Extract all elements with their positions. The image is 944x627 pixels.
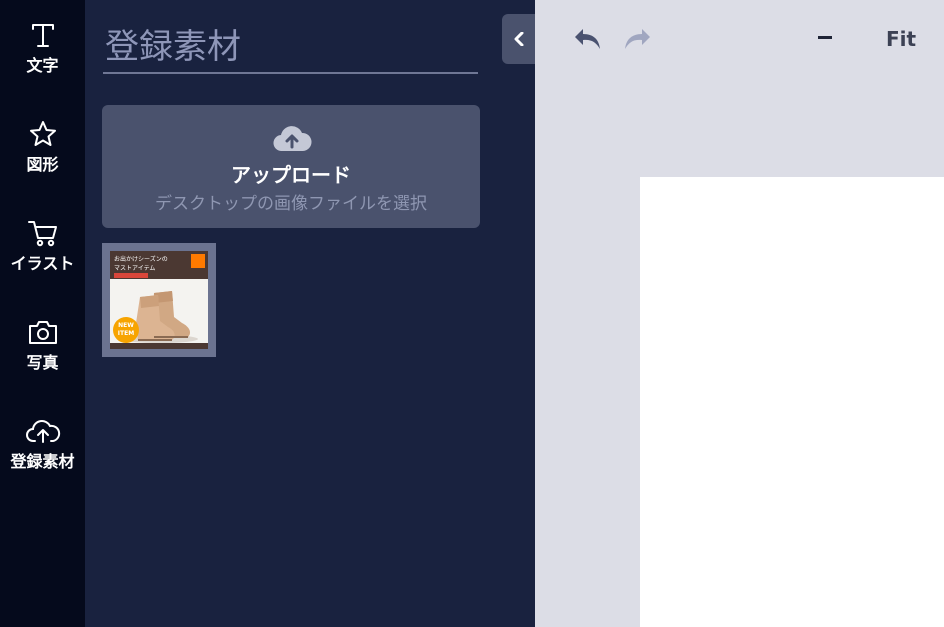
badge-line2: ITEM <box>117 330 135 337</box>
upload-subtitle: デスクトップの画像ファイルを選択 <box>155 194 427 214</box>
rail-item-shapes[interactable]: 図形 <box>0 119 85 189</box>
thumbnail-footer-band <box>110 343 208 349</box>
redo-button[interactable] <box>622 27 652 57</box>
undo-button[interactable] <box>573 27 603 57</box>
thumbnail-text-line1: お出かけシーズンの <box>114 256 168 263</box>
design-page-canvas[interactable] <box>640 177 944 627</box>
star-icon <box>29 121 56 146</box>
rail-item-uploads[interactable]: 登録素材 <box>0 416 85 486</box>
zoom-out-button[interactable] <box>818 36 832 39</box>
rail-item-illustration[interactable]: イラスト <box>0 218 85 288</box>
rail-item-label: 図形 <box>26 155 59 174</box>
upload-title: アップロード <box>231 163 351 187</box>
rail-item-label: 文字 <box>26 56 59 75</box>
text-icon <box>31 24 54 47</box>
camera-icon <box>28 321 57 344</box>
panel-title: 登録素材 <box>103 24 478 74</box>
rail-item-label: 登録素材 <box>10 452 75 471</box>
rail-item-text[interactable]: 文字 <box>0 20 85 90</box>
rail-item-label: イラスト <box>10 254 75 273</box>
thumbnail-text-line2: マストアイテム <box>114 265 156 272</box>
collapse-panel-button[interactable] <box>502 14 536 64</box>
badge-line1: NEW <box>118 322 134 329</box>
cloud-upload-icon <box>273 126 312 152</box>
chevron-left-icon <box>514 32 524 46</box>
undo-icon <box>575 29 600 49</box>
thumbnail-image: お出かけシーズンの マストアイテム NEW ITEM <box>110 251 208 349</box>
new-item-badge: NEW ITEM <box>113 317 139 343</box>
cloud-upload-icon <box>25 420 60 443</box>
zoom-fit-button[interactable]: Fit <box>886 27 916 51</box>
thumbnail-orange-square <box>191 254 205 268</box>
tool-rail: 文字 図形 イラスト 写真 登録素材 <box>0 0 85 627</box>
redo-icon <box>625 29 650 49</box>
rail-item-label: 写真 <box>26 353 59 372</box>
cart-icon <box>27 221 57 247</box>
rail-item-photo[interactable]: 写真 <box>0 317 85 387</box>
upload-button[interactable]: アップロード デスクトップの画像ファイルを選択 <box>102 105 480 228</box>
thumbnail-red-tag <box>114 273 148 278</box>
uploaded-image-thumbnail[interactable]: お出かけシーズンの マストアイテム NEW ITEM <box>102 243 216 357</box>
